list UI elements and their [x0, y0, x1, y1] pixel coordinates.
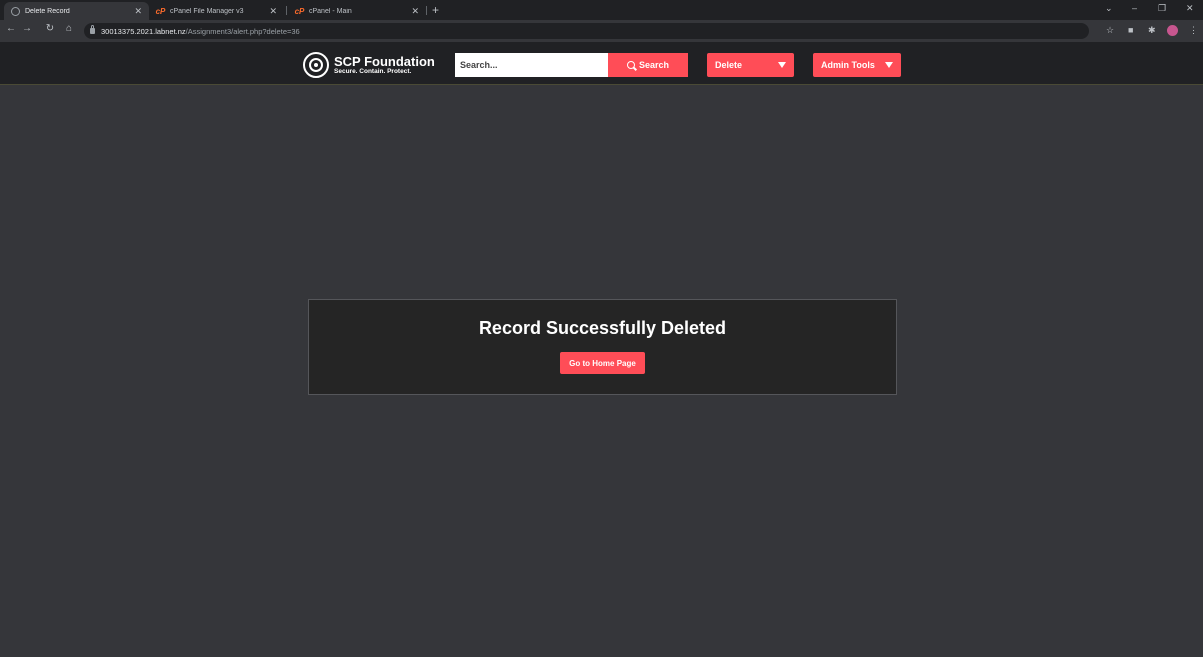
- browser-menu-icon[interactable]: ⋮: [1189, 25, 1198, 36]
- site-navbar: SCP Foundation Secure. Contain. Protect.…: [0, 42, 1203, 85]
- go-to-home-button[interactable]: Go to Home Page: [560, 352, 645, 374]
- caret-down-icon: [778, 62, 786, 68]
- caret-down-icon: [885, 62, 893, 68]
- minimize-icon[interactable]: –: [1132, 3, 1137, 13]
- search-input[interactable]: [455, 53, 608, 77]
- tab-cpanel-file-manager[interactable]: cP cPanel File Manager v3 ✕: [149, 2, 284, 20]
- url-path: /Assignment3/alert.php?delete=36: [185, 26, 300, 36]
- search-button[interactable]: Search: [608, 53, 688, 77]
- tab-cpanel-main[interactable]: cP cPanel - Main ✕: [288, 2, 426, 20]
- extension-icon[interactable]: ■: [1128, 25, 1133, 35]
- delete-dropdown-label: Delete: [715, 60, 743, 70]
- tab-separator: [286, 6, 287, 15]
- search-button-label: Search: [638, 60, 670, 70]
- home-icon[interactable]: ⌂: [62, 23, 76, 34]
- lock-icon: [90, 25, 95, 34]
- url-host: 30013375.2021.labnet.nz: [101, 26, 186, 36]
- globe-icon: [11, 6, 20, 16]
- logo-tagline: Secure. Contain. Protect.: [334, 67, 412, 75]
- site-logo[interactable]: SCP Foundation Secure. Contain. Protect.: [303, 52, 435, 78]
- window-close-icon[interactable]: ✕: [1186, 3, 1194, 14]
- scp-emblem-icon: [303, 52, 329, 78]
- tab-title: Delete Record: [25, 7, 70, 15]
- tab-delete-record[interactable]: Delete Record ✕: [4, 2, 149, 20]
- admin-tools-dropdown-button[interactable]: Admin Tools: [813, 53, 901, 77]
- tab-title: cPanel File Manager v3: [170, 7, 244, 15]
- close-icon[interactable]: ✕: [134, 6, 142, 17]
- forward-icon[interactable]: →: [20, 23, 34, 34]
- cpanel-icon: cP: [294, 6, 305, 16]
- restore-icon[interactable]: ❐: [1158, 3, 1166, 14]
- close-icon[interactable]: ✕: [269, 6, 277, 17]
- close-icon[interactable]: ✕: [411, 6, 419, 17]
- alert-title: Record Successfully Deleted: [478, 318, 727, 338]
- admin-tools-label: Admin Tools: [821, 60, 875, 70]
- tab-search-icon[interactable]: ⌄: [1105, 3, 1113, 14]
- browser-tab-strip: Delete Record ✕ cP cPanel File Manager v…: [0, 0, 1203, 20]
- back-icon[interactable]: ←: [4, 23, 18, 34]
- alert-card: Record Successfully Deleted Go to Home P…: [308, 299, 897, 395]
- search-form: Search: [455, 53, 688, 77]
- logo-title: SCP Foundation: [334, 53, 435, 69]
- browser-toolbar: ← → ↻ ⌂ 30013375.2021.labnet.nz /Assignm…: [0, 20, 1203, 42]
- address-bar[interactable]: 30013375.2021.labnet.nz /Assignment3/ale…: [84, 23, 1089, 39]
- tab-separator: [426, 6, 427, 15]
- tab-title: cPanel - Main: [309, 7, 352, 15]
- extensions-puzzle-icon[interactable]: ✱: [1148, 25, 1156, 36]
- search-icon: [626, 61, 635, 69]
- reload-icon[interactable]: ↻: [43, 23, 57, 34]
- bookmark-star-icon[interactable]: ☆: [1106, 25, 1114, 36]
- new-tab-button[interactable]: +: [432, 4, 439, 16]
- cpanel-icon: cP: [155, 6, 166, 16]
- profile-avatar-icon[interactable]: [1167, 25, 1178, 36]
- delete-dropdown-button[interactable]: Delete: [707, 53, 794, 77]
- logo-text: SCP Foundation Secure. Contain. Protect.: [334, 55, 435, 76]
